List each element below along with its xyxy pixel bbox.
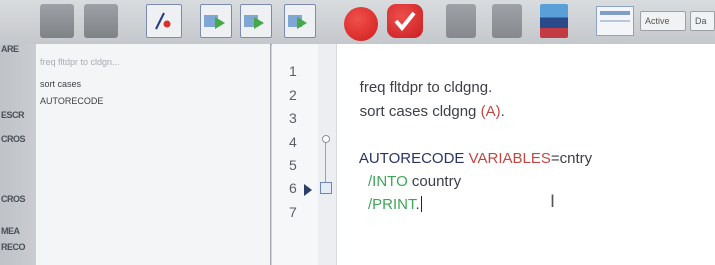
code-token: VARIABLES	[468, 150, 551, 167]
line-number: 6	[289, 180, 297, 196]
line-number: 1	[289, 63, 297, 79]
run-all-icon[interactable]	[284, 4, 316, 38]
grid-icon[interactable]	[40, 4, 74, 38]
line-number: 5	[289, 157, 297, 173]
breakpoint-icon[interactable]	[344, 7, 378, 41]
syntax-editor[interactable]: freq fltdpr to cldgng. sort cases cldgng…	[337, 44, 715, 265]
panel-icon[interactable]	[596, 6, 634, 36]
strip-label[interactable]: ESCR	[1, 110, 35, 120]
code-token: sort cases cldgng	[359, 103, 481, 120]
text-caret	[420, 196, 422, 212]
strip-label[interactable]: RECO	[1, 242, 35, 252]
line-number: 4	[289, 134, 297, 150]
code-token: (A)	[480, 103, 501, 120]
copy-icon[interactable]	[446, 4, 476, 38]
code-token: =cntry	[550, 150, 593, 167]
nav-item[interactable]: AUTORECODE	[40, 96, 103, 106]
dataset-label: Da	[695, 16, 707, 26]
strip-label[interactable]: CROS	[1, 194, 35, 204]
line-number-gutter: 1 2 3 4 5 6 7	[272, 44, 318, 265]
strip-label[interactable]: ARE	[1, 44, 35, 54]
chart-icon[interactable]	[146, 4, 182, 38]
text-cursor-icon: I	[550, 192, 556, 212]
strip-label[interactable]: CROS	[1, 134, 35, 144]
bookmark-marker-icon[interactable]	[320, 182, 332, 194]
grid-icon[interactable]	[84, 4, 118, 38]
breakpoint-margin[interactable]	[318, 44, 337, 265]
check-icon[interactable]	[387, 4, 423, 38]
line-number: 2	[289, 87, 297, 103]
run-to-end-icon[interactable]	[240, 4, 272, 38]
nav-item[interactable]: freq fltdpr to cldgn...	[40, 57, 120, 67]
run-selection-icon[interactable]	[200, 4, 232, 38]
chart-builder-icon[interactable]	[540, 4, 568, 38]
line-number: 7	[289, 204, 297, 220]
syntax-help-strip: ARE ESCR CROS CROS MEA RECO	[0, 44, 37, 265]
navigation-pane: freq fltdpr to cldgn... sort cases AUTOR…	[36, 44, 271, 265]
strip-label[interactable]: MEA	[1, 226, 35, 236]
dataset-dropdown[interactable]: Da	[690, 11, 715, 31]
code-line-6[interactable]: /PRINT.	[343, 179, 422, 230]
active-dataset-label: Active	[645, 16, 670, 26]
current-step-icon[interactable]	[304, 184, 312, 196]
code-token: .	[500, 103, 505, 120]
code-line-2[interactable]: sort cases cldgng (A).	[343, 86, 505, 137]
toolbar: Active Da	[0, 0, 715, 45]
code-token: .	[415, 196, 420, 213]
active-dataset-dropdown[interactable]: Active	[640, 11, 686, 31]
line-number: 3	[289, 110, 297, 126]
bookmark-icon[interactable]	[492, 4, 522, 38]
code-token: /PRINT	[359, 196, 416, 213]
collapse-icon[interactable]	[322, 135, 330, 143]
nav-item[interactable]: sort cases	[40, 79, 81, 89]
